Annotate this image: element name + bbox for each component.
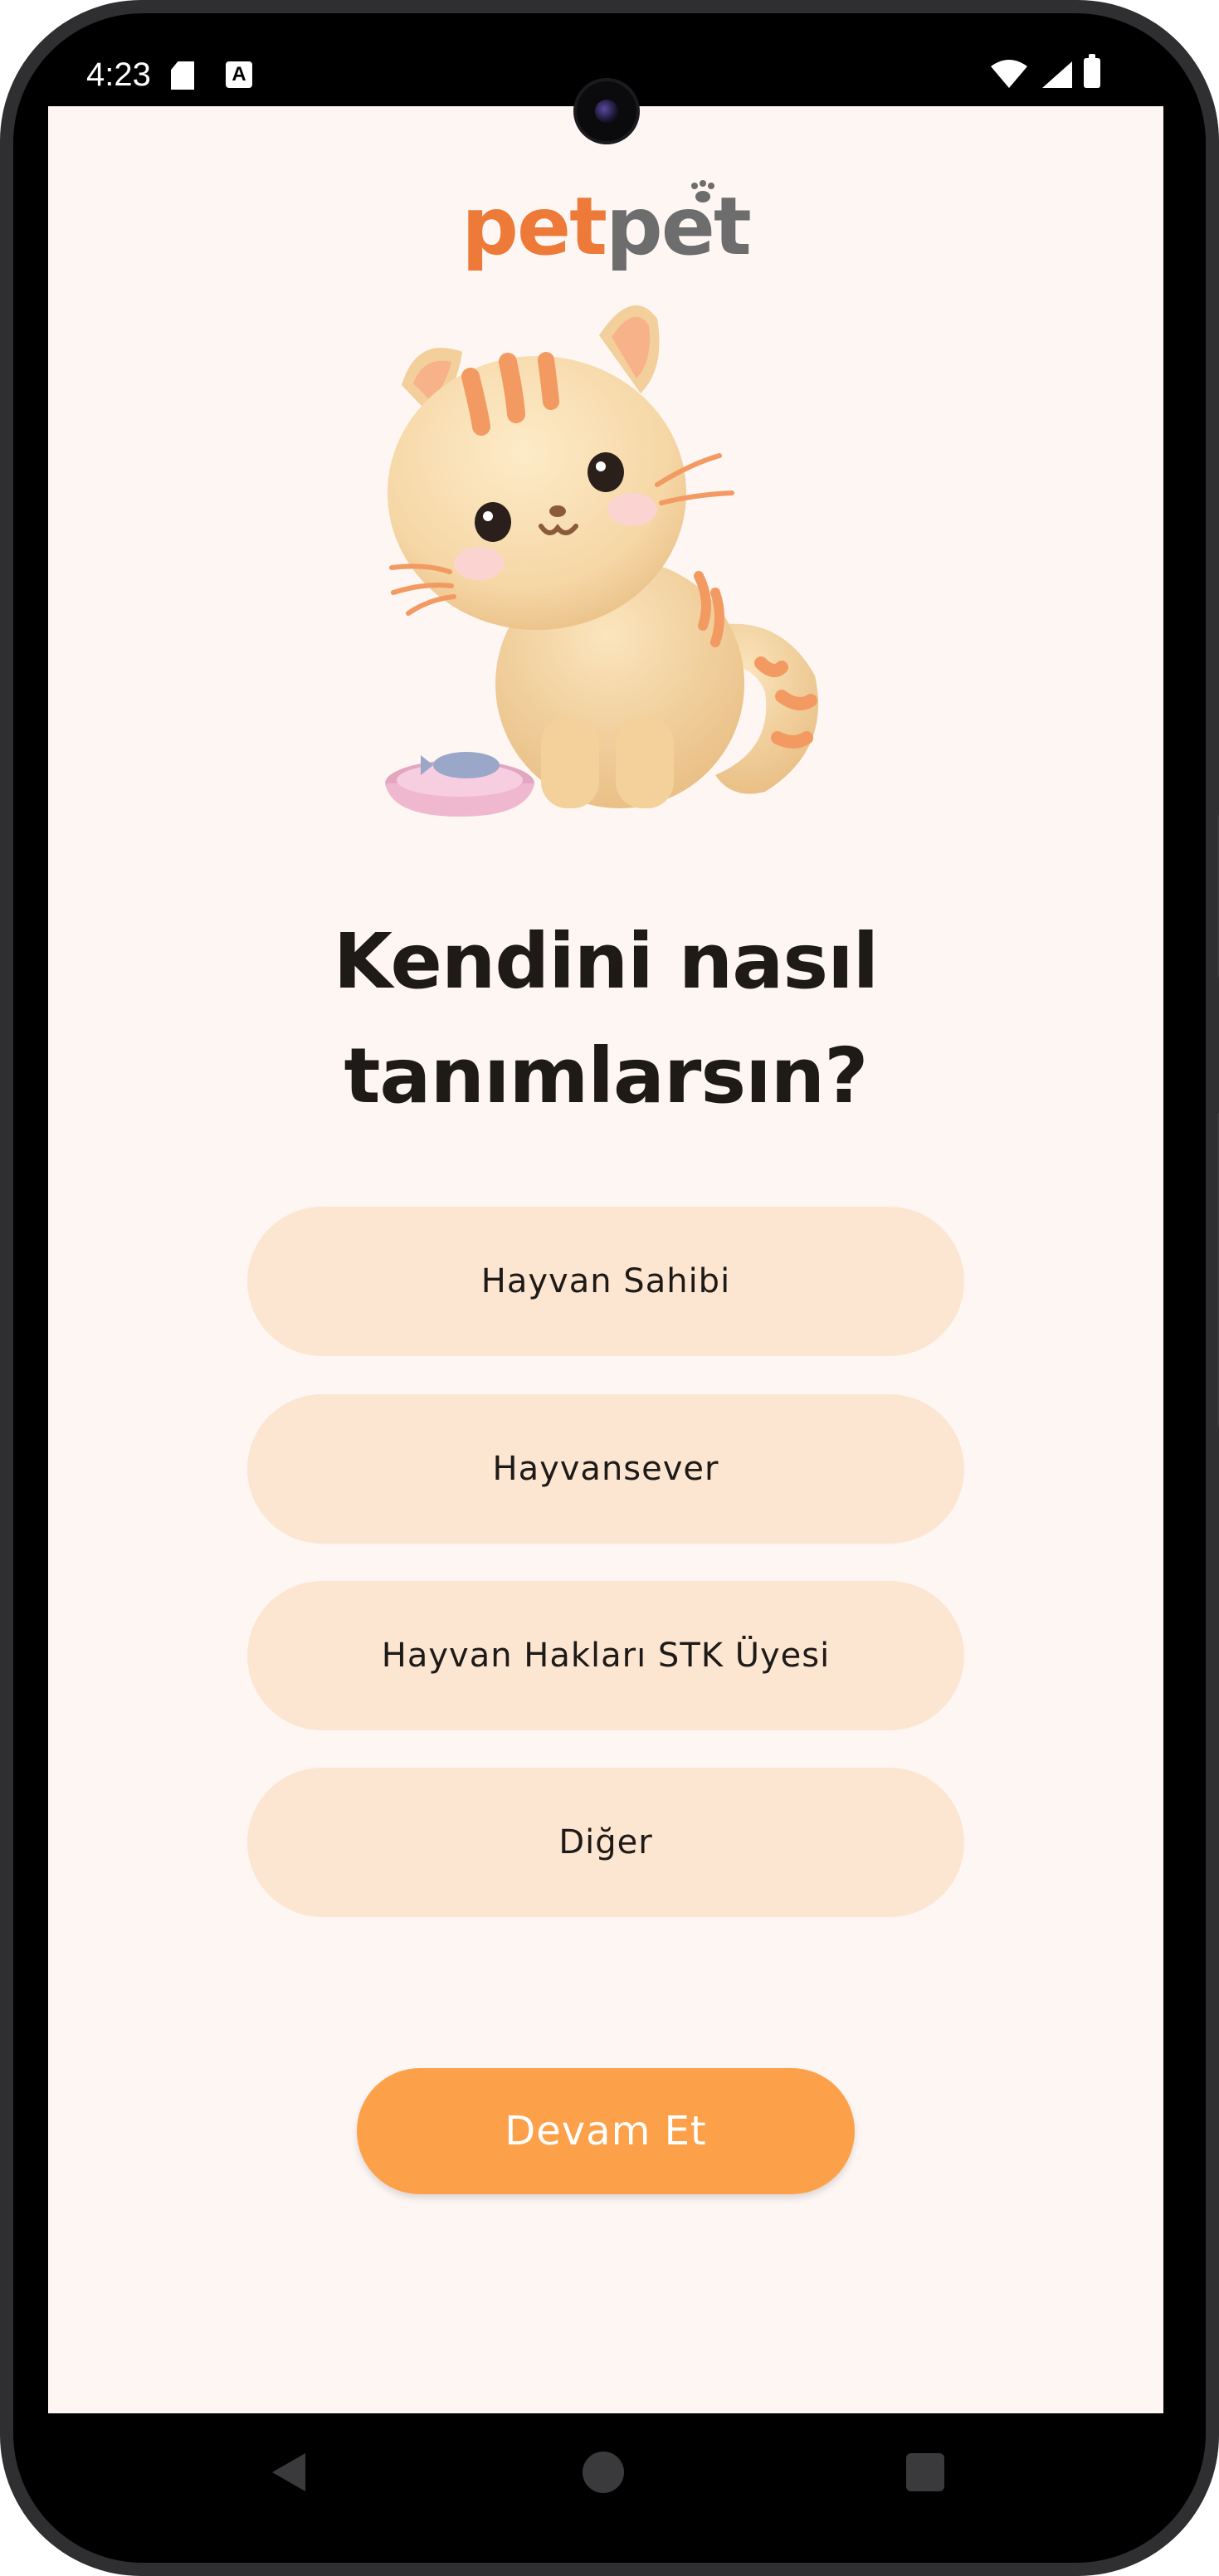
logo-text-pet: pet [461, 180, 607, 273]
wifi-icon [991, 60, 1027, 88]
paw-icon [691, 180, 714, 202]
title-line-1: Kendini nasıl [333, 917, 879, 1006]
cell-signal-icon [1042, 61, 1072, 88]
home-icon[interactable] [583, 2452, 624, 2493]
petpet-logo: petpet [48, 181, 1163, 272]
text-a-icon: A [226, 61, 252, 88]
recents-icon[interactable] [906, 2453, 944, 2491]
logo-text-pet-gray: pet [606, 180, 752, 273]
continue-button[interactable]: Devam Et [357, 2068, 855, 2194]
option-stk-uyesi[interactable]: Hayvan Hakları STK Üyesi [247, 1581, 964, 1730]
page-title: Kendini nasıl tanımlarsın? [48, 905, 1163, 1134]
back-icon[interactable] [269, 2450, 309, 2495]
continue-button-label: Devam Et [505, 2108, 707, 2154]
battery-icon [1084, 54, 1100, 88]
title-line-2: tanımlarsın? [344, 1032, 868, 1120]
option-label: Diğer [558, 1823, 653, 1861]
kitten-illustration [385, 305, 818, 817]
onboarding-screen: petpet Kendini nasıl tanımlarsın? Hayvan… [48, 106, 1163, 2413]
sd-card-icon [171, 61, 194, 90]
navigation-bar [48, 2413, 1163, 2530]
option-hayvansever[interactable]: Hayvansever [247, 1394, 964, 1544]
option-label: Hayvan Sahibi [480, 1262, 731, 1300]
option-diger[interactable]: Diğer [247, 1768, 964, 1917]
option-label: Hayvan Hakları STK Üyesi [381, 1637, 831, 1675]
option-label: Hayvansever [492, 1450, 719, 1488]
option-hayvan-sahibi[interactable]: Hayvan Sahibi [247, 1207, 964, 1356]
front-camera [573, 78, 640, 144]
status-time: 4:23 [86, 56, 151, 93]
